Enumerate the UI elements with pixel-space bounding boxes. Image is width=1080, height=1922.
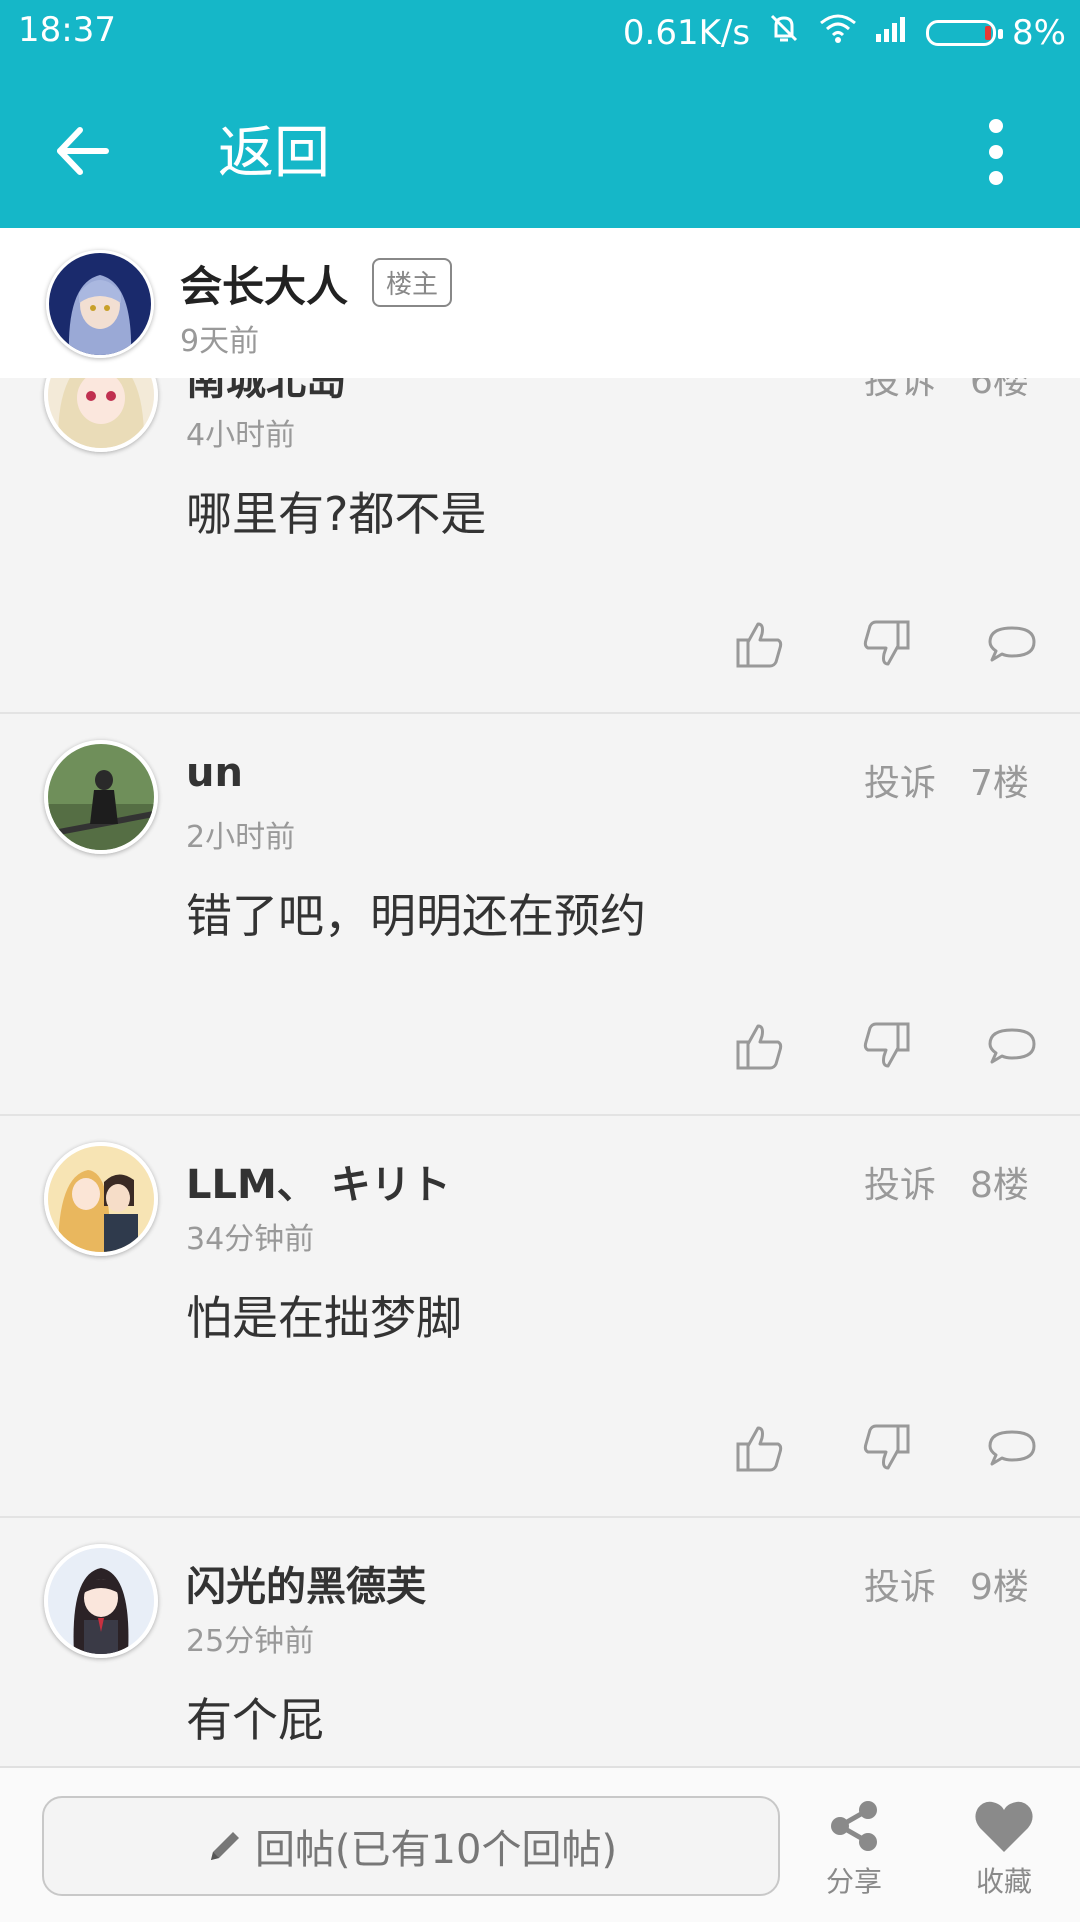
heart-icon — [975, 1801, 1033, 1852]
status-indicators: 0.61K/s 8% — [623, 10, 1066, 55]
username[interactable]: un — [186, 750, 243, 796]
thumbs-down-icon — [863, 620, 910, 666]
like-button[interactable] — [732, 1420, 788, 1476]
reply-list[interactable]: 南城北岛 4小时前 投诉 6楼 哪里有?都不是 un 2小时前 投诉 7楼 错了… — [0, 378, 1080, 1766]
username[interactable]: 闪光的黑德芙 — [186, 1554, 426, 1612]
page-title[interactable]: 返回 — [218, 108, 330, 189]
report-button[interactable]: 投诉 — [864, 1156, 936, 1208]
comment-bubble-icon — [988, 626, 1036, 662]
pencil-icon — [210, 1832, 239, 1860]
toolbar: 返回 — [0, 80, 1080, 210]
comment-bubble-icon — [988, 1028, 1036, 1064]
post-time: 34分钟前 — [186, 1222, 315, 1257]
share-button[interactable]: 分享 — [794, 1796, 914, 1906]
thumbs-up-icon — [736, 1024, 783, 1070]
back-button[interactable] — [48, 116, 118, 186]
reply-item: 南城北岛 4小时前 投诉 6楼 哪里有?都不是 — [0, 378, 1080, 714]
share-icon — [831, 1801, 877, 1851]
reply-item: 闪光的黑德芙 25分钟前 投诉 9楼 有个屁 — [0, 1516, 1080, 1766]
avatar[interactable] — [44, 378, 158, 452]
arrow-left-icon — [57, 127, 109, 175]
post-time: 2小时前 — [186, 820, 296, 855]
more-vert-icon — [989, 119, 1003, 185]
thumbs-down-icon — [863, 1022, 910, 1068]
thumbs-up-icon — [736, 622, 783, 668]
floor-number: 7楼 — [970, 763, 1029, 804]
username[interactable]: 南城北岛 — [186, 378, 346, 406]
signal-icon — [874, 13, 910, 53]
dislike-button[interactable] — [858, 1018, 914, 1074]
reply-content: 错了吧，明明还在预约 — [186, 889, 646, 943]
like-button[interactable] — [732, 1018, 788, 1074]
share-label: 分享 — [825, 1865, 882, 1898]
avatar[interactable] — [44, 1544, 158, 1658]
app-bar: 18:37 0.61K/s 8% 返回 — [0, 0, 1080, 228]
avatar[interactable] — [46, 250, 154, 358]
like-button[interactable] — [732, 616, 788, 672]
comment-button[interactable] — [984, 1420, 1040, 1476]
reply-placeholder: 回帖(已有10个回帖) — [254, 1827, 618, 1873]
report-button[interactable]: 投诉 — [864, 1558, 936, 1610]
mute-icon — [766, 10, 802, 55]
reply-content: 哪里有?都不是 — [186, 487, 487, 541]
reply-input[interactable]: 回帖(已有10个回帖) — [42, 1796, 780, 1896]
post-time: 4小时前 — [186, 418, 296, 453]
status-bar: 18:37 0.61K/s 8% — [0, 0, 1080, 60]
favorite-label: 收藏 — [975, 1865, 1032, 1898]
reply-content: 怕是在拙梦脚 — [186, 1291, 462, 1345]
post-time: 9天前 — [180, 324, 260, 359]
username[interactable]: LLM、 キリト — [186, 1152, 451, 1210]
floor-number: 9楼 — [970, 1567, 1029, 1608]
status-time: 18:37 — [18, 10, 116, 50]
report-button[interactable]: 投诉 — [864, 754, 936, 806]
favorite-button[interactable]: 收藏 — [944, 1796, 1064, 1906]
dislike-button[interactable] — [858, 616, 914, 672]
reply-item: un 2小时前 投诉 7楼 错了吧，明明还在预约 — [0, 712, 1080, 1116]
thumbs-down-icon — [863, 1424, 910, 1470]
avatar[interactable] — [44, 1142, 158, 1256]
more-menu-button[interactable] — [968, 110, 1024, 194]
network-speed: 0.61K/s — [622, 12, 751, 53]
thumbs-up-icon — [736, 1426, 783, 1472]
reply-item: LLM、 キリト 34分钟前 投诉 8楼 怕是在拙梦脚 — [0, 1114, 1080, 1518]
dislike-button[interactable] — [858, 1420, 914, 1476]
battery-level — [985, 25, 992, 40]
bottom-bar: 回帖(已有10个回帖) 分享 收藏 — [0, 1766, 1080, 1922]
avatar[interactable] — [44, 740, 158, 854]
wifi-icon — [818, 11, 858, 54]
thread-author-header: 会长大人 楼主 9天前 — [0, 228, 1080, 378]
reply-content: 有个屁 — [186, 1693, 324, 1747]
comment-button[interactable] — [984, 1018, 1040, 1074]
comment-bubble-icon — [988, 1430, 1036, 1466]
floor-number: 8楼 — [970, 1165, 1029, 1206]
post-time: 25分钟前 — [186, 1624, 315, 1659]
battery-percent: 8% — [1012, 12, 1066, 53]
comment-button[interactable] — [984, 616, 1040, 672]
op-badge: 楼主 — [372, 258, 453, 307]
floor-number: 6楼 — [970, 378, 1029, 402]
author-name[interactable]: 会长大人 — [180, 253, 348, 314]
report-button[interactable]: 投诉 — [864, 378, 936, 404]
battery-icon — [926, 19, 1004, 46]
